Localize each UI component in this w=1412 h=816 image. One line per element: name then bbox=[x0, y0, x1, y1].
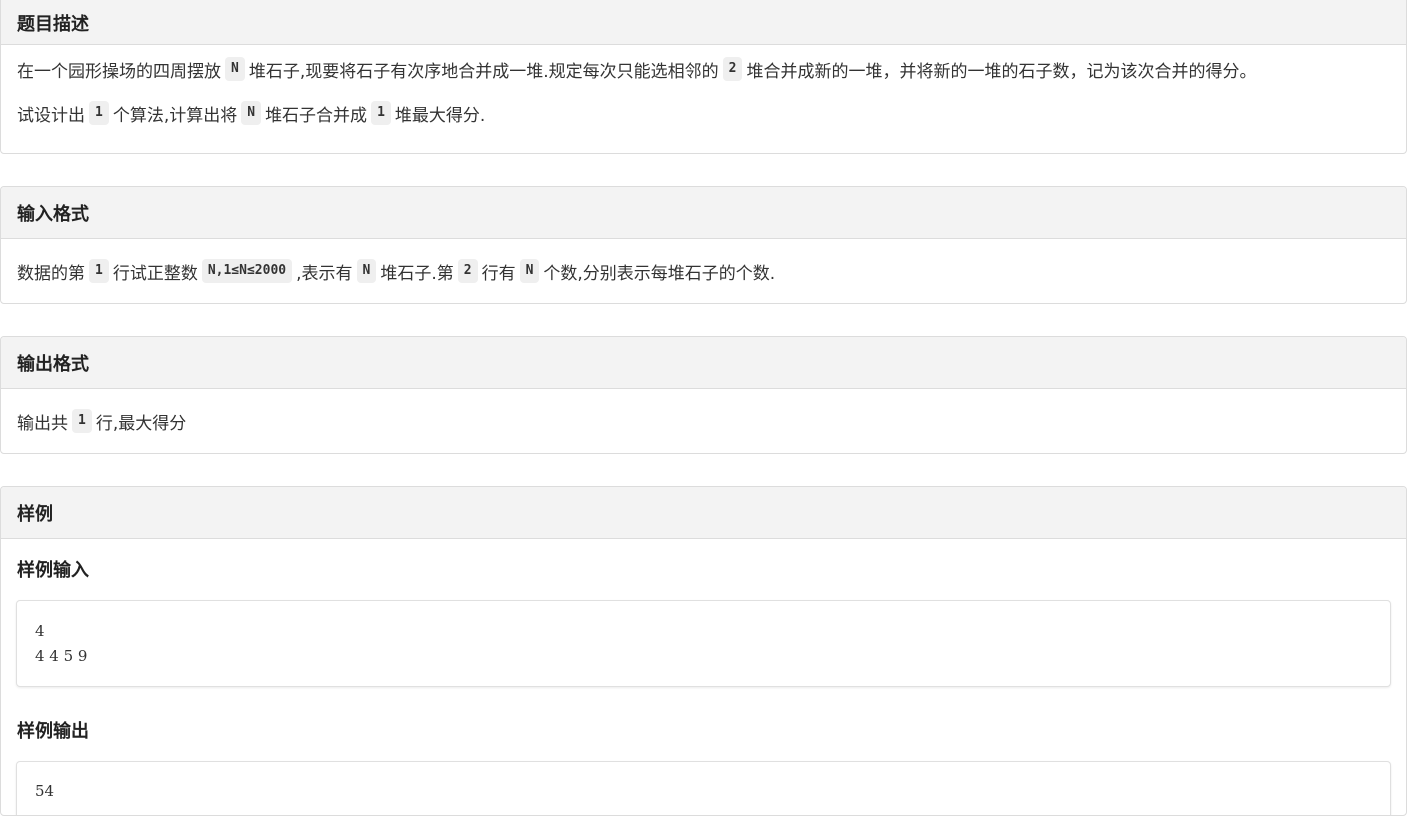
text-segment: 输出共 bbox=[17, 413, 68, 434]
inline-code: N bbox=[241, 101, 262, 125]
description-title: 题目描述 bbox=[17, 13, 89, 35]
sample-header: 样例 bbox=[1, 487, 1406, 539]
output-format-body: 输出共 1 行,最大得分 bbox=[1, 389, 1406, 443]
output-format-paragraph: 输出共 1 行,最大得分 bbox=[17, 399, 1390, 443]
text-segment: 个数,分别表示每堆石子的个数. bbox=[543, 263, 776, 284]
sample-input-title: 样例输入 bbox=[17, 560, 89, 581]
inline-code: N bbox=[519, 259, 540, 283]
input-format-paragraph: 数据的第 1 行试正整数 N,1≤N≤2000 ,表示有 N 堆石子.第 2 行有 N 个数,分别表… bbox=[17, 249, 1390, 293]
text-segment: 个算法,计算出将 bbox=[112, 105, 238, 126]
output-format-header: 输出格式 bbox=[1, 337, 1406, 389]
text-segment: 堆合并成新的一堆，并将新的一堆的石子数，记为该次合并的得分。 bbox=[746, 61, 1257, 82]
inline-code: N bbox=[356, 259, 377, 283]
text-segment: 试设计出 bbox=[17, 105, 85, 126]
description-paragraph-1: 在一个园形操场的四周摆放 N 堆石子,现要将石子有次序地合并成一堆.规定每次只能选相… bbox=[17, 47, 1390, 91]
inline-code: 1 bbox=[89, 101, 109, 125]
text-segment: 行试正整数 bbox=[112, 263, 198, 284]
text-segment: 堆石子.第 bbox=[380, 263, 454, 284]
inline-code: N bbox=[225, 57, 245, 81]
output-format-title: 输出格式 bbox=[17, 353, 89, 375]
input-format-title: 输入格式 bbox=[17, 203, 89, 225]
text-segment: 堆石子,现要将石子有次序地合并成一堆.规定每次只能选相邻的 bbox=[248, 61, 719, 82]
sample-output-block[interactable]: 54 bbox=[16, 761, 1391, 815]
description-panel: 题目描述 在一个园形操场的四周摆放 N 堆石子,现要将石子有次序地合并成一堆.规定每… bbox=[0, 0, 1407, 154]
inline-code: 1 bbox=[89, 259, 109, 283]
input-format-panel: 输入格式 数据的第 1 行试正整数 N,1≤N≤2000 ,表示有 N 堆石子.第 2 行有 N 个… bbox=[0, 186, 1407, 304]
text-segment: 行,最大得分 bbox=[95, 413, 187, 434]
sample-output-title: 样例输出 bbox=[17, 721, 89, 742]
description-body: 在一个园形操场的四周摆放 N 堆石子,现要将石子有次序地合并成一堆.规定每次只能选相… bbox=[1, 45, 1406, 135]
description-header: 题目描述 bbox=[1, 0, 1406, 45]
text-segment: 数据的第 bbox=[17, 263, 85, 284]
inline-code: 2 bbox=[457, 259, 478, 283]
inline-code: 1 bbox=[72, 409, 92, 433]
text-segment: 在一个园形操场的四周摆放 bbox=[17, 61, 221, 82]
text-segment: 堆最大得分. bbox=[394, 105, 486, 126]
text-segment: ,表示有 bbox=[296, 263, 353, 284]
description-paragraph-2: 试设计出 1 个算法,计算出将 N 堆石子合并成 1 堆最大得分. bbox=[17, 91, 1390, 135]
input-format-header: 输入格式 bbox=[1, 187, 1406, 239]
inline-code: 1 bbox=[371, 101, 391, 125]
sample-title: 样例 bbox=[17, 503, 53, 525]
text-segment: 堆石子合并成 bbox=[265, 105, 368, 126]
input-format-body: 数据的第 1 行试正整数 N,1≤N≤2000 ,表示有 N 堆石子.第 2 行有 N 个数,分别表… bbox=[1, 239, 1406, 293]
inline-code: N,1≤N≤2000 bbox=[201, 259, 293, 283]
sample-input-block[interactable]: 4 4 4 5 9 bbox=[16, 600, 1391, 687]
sample-panel: 样例 样例输入 4 4 4 5 9 样例输出 54 bbox=[0, 486, 1407, 816]
inline-code: 2 bbox=[722, 57, 743, 81]
output-format-panel: 输出格式 输出共 1 行,最大得分 bbox=[0, 336, 1407, 454]
text-segment: 行有 bbox=[481, 263, 516, 284]
